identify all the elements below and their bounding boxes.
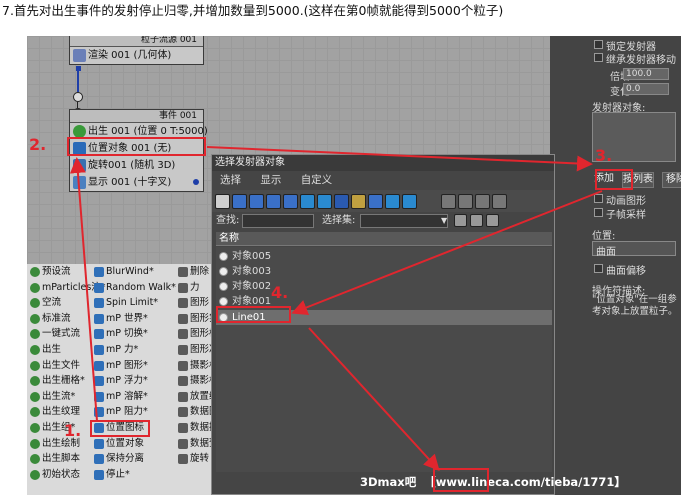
caption: 7.首先对出生事件的发射停止归零,并增加数量到5000.(这样在第0帧就能得到5… (2, 3, 504, 18)
arrow-step-1 (69, 157, 98, 422)
arrow-step-3 (291, 190, 603, 316)
arrow-step-2 (206, 146, 593, 172)
annotation-arrows (69, 146, 603, 471)
screenshot: 粒子流源 001 渲染 001 (几何体) 事件 001 出生 001 (位置 … (27, 36, 681, 495)
arrow-step-4 (308, 327, 440, 471)
